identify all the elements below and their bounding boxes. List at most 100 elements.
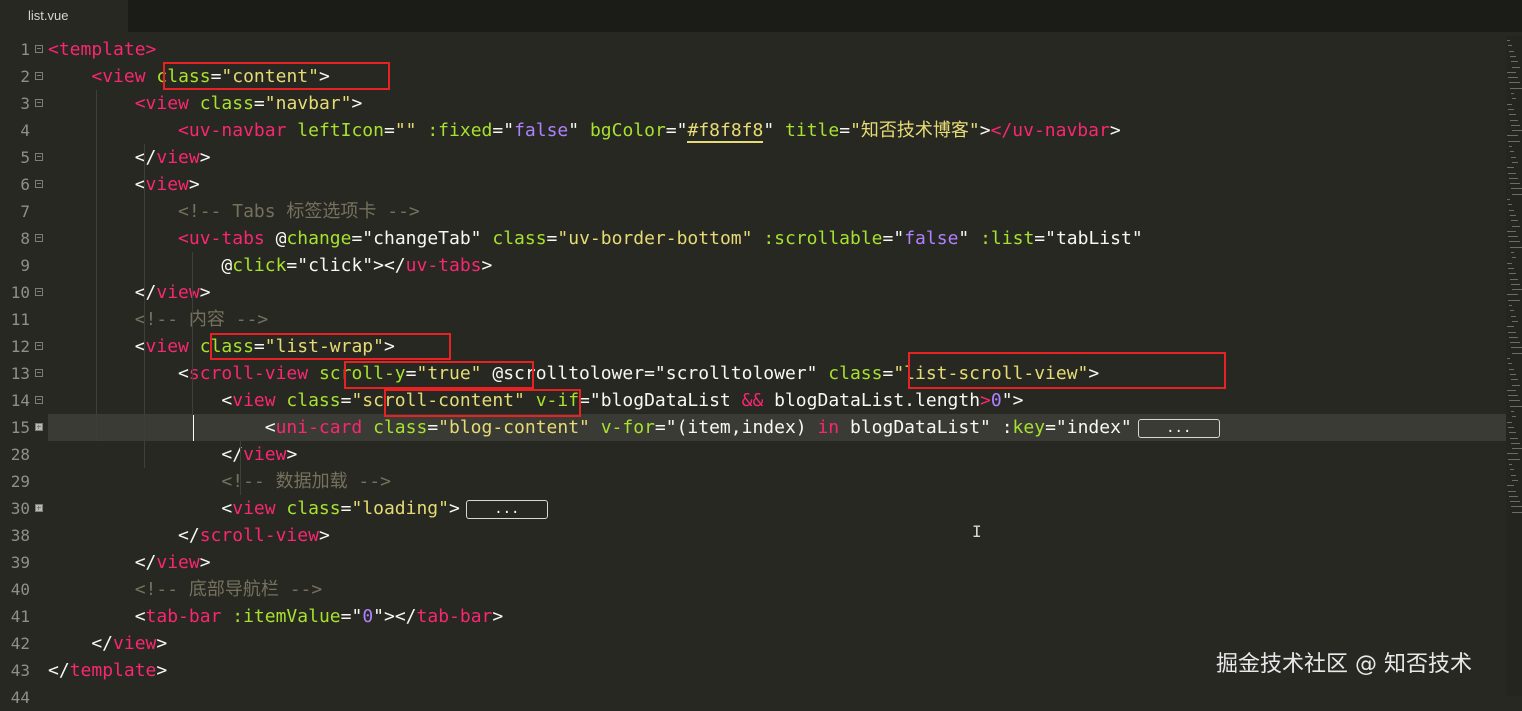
code-line[interactable]: 4 <uv-navbar leftIcon="" :fixed="false" … [0, 117, 1506, 144]
minimap-line [1511, 252, 1514, 253]
code-line[interactable]: 14 <view class="scroll-content" v-if="bl… [0, 387, 1506, 414]
code-token: "navbar" [264, 93, 352, 114]
code-token: > [980, 390, 991, 411]
code-line[interactable]: 5 </view> [0, 144, 1506, 171]
code-token: "blog-content" [438, 417, 590, 438]
minimap-line [1510, 342, 1520, 344]
code-line[interactable]: 44 [0, 684, 1506, 711]
minimap-line [1509, 400, 1520, 402]
minimap-line [1508, 172, 1516, 174]
minimap-line [1508, 45, 1512, 47]
fold-collapse-icon[interactable] [35, 342, 43, 350]
collapsed-region-button[interactable]: ... [1137, 418, 1220, 438]
line-number: 43 [10, 661, 30, 680]
fold-collapse-icon[interactable] [35, 180, 43, 188]
code-token: <!-- Tabs 标签选项卡 --> [178, 201, 420, 222]
code-line[interactable]: 39 </view> [0, 549, 1506, 576]
code-token: ="blogDataList [579, 390, 742, 411]
code-token: <!-- 内容 --> [134, 309, 269, 330]
minimap-line [1507, 167, 1514, 169]
code-token: class [828, 363, 883, 384]
code-line[interactable]: 41 <tab-bar :itemValue="0"></tab-bar> [0, 603, 1506, 630]
code-line[interactable]: 11 <!-- 内容 --> [0, 306, 1506, 333]
code-text: @click="click"></uv-tabs> [48, 252, 1506, 279]
code-line[interactable]: 8 <uv-tabs @change="changeTab" class="uv… [0, 225, 1506, 252]
code-text: <uv-tabs @change="changeTab" class="uv-b… [48, 225, 1506, 252]
code-line[interactable]: 28 </view> [0, 441, 1506, 468]
highlight-box-content-class [163, 62, 390, 90]
code-token: </ [48, 525, 200, 546]
code-token: </ [48, 660, 70, 681]
line-number: 1 [20, 40, 30, 59]
collapsed-region-button[interactable]: ... [465, 499, 548, 519]
code-token: tab-bar [145, 606, 233, 627]
minimap-line [1509, 273, 1516, 275]
fold-collapse-icon[interactable] [35, 72, 43, 80]
code-line[interactable]: 30 <view class="loading">... [0, 495, 1506, 522]
code-token: view [113, 633, 157, 654]
code-token: =" [340, 606, 363, 627]
minimap-line [1512, 161, 1518, 163]
fold-collapse-icon[interactable] [35, 369, 43, 377]
code-token: "uv-border-bottom" [557, 228, 753, 249]
code-line[interactable]: 38 </scroll-view> [0, 522, 1506, 549]
code-token: > [199, 147, 211, 168]
minimap-line [1512, 130, 1522, 132]
minimap-line [1508, 204, 1512, 206]
code-token: scroll-view [199, 525, 319, 546]
code-editor[interactable]: 1 <template> 2 <view class="content"> 3 <vi… [0, 36, 1506, 707]
code-token: blogDataList.length [763, 390, 981, 411]
code-token: template [69, 660, 157, 681]
code-token: class [286, 498, 341, 519]
fold-expand-icon[interactable] [35, 504, 43, 512]
code-token: ="(item,index) [654, 417, 818, 438]
code-token: </ [48, 552, 157, 573]
code-token: class [492, 228, 547, 249]
code-token: > [156, 660, 168, 681]
fold-expand-icon[interactable] [35, 423, 43, 431]
minimap-line [1510, 246, 1522, 248]
minimap-line [1508, 77, 1518, 79]
line-number: 10 [10, 283, 30, 302]
minimap-line [1509, 305, 1512, 306]
minimap[interactable] [1506, 36, 1522, 696]
line-number: 39 [10, 553, 30, 572]
fold-collapse-icon[interactable] [35, 396, 43, 404]
minimap-line [1510, 278, 1518, 280]
code-token: > [286, 444, 298, 465]
code-line[interactable]: 3 <view class="navbar"> [0, 90, 1506, 117]
fold-collapse-icon[interactable] [35, 288, 43, 296]
code-token: =" [492, 120, 515, 141]
code-line[interactable]: 7 <!-- Tabs 标签选项卡 --> [0, 198, 1506, 225]
code-token: @ [275, 228, 287, 249]
fold-collapse-icon[interactable] [35, 153, 43, 161]
minimap-line [1507, 199, 1510, 200]
highlight-box-scroll-content-class [384, 389, 581, 417]
code-line[interactable]: 1 <template> [0, 36, 1506, 63]
minimap-line [1511, 220, 1518, 222]
code-token: blogDataList" : [839, 417, 1013, 438]
code-token: <view [134, 93, 200, 114]
fold-collapse-icon[interactable] [35, 99, 43, 107]
code-line[interactable]: 40 <!-- 底部导航栏 --> [0, 576, 1506, 603]
code-line[interactable]: 10 </view> [0, 279, 1506, 306]
code-line[interactable]: 6 <view> [0, 171, 1506, 198]
fold-collapse-icon[interactable] [35, 45, 43, 53]
fold-collapse-icon[interactable] [35, 234, 43, 242]
file-tab-list-vue[interactable]: list.vue [0, 0, 128, 32]
code-line[interactable]: 13 <scroll-view scroll-y="true" @scrollt… [0, 360, 1506, 387]
code-token: ="click"></ [286, 255, 406, 276]
minimap-line [1507, 71, 1516, 73]
code-text: </view> [48, 549, 1506, 576]
code-token: false [514, 120, 569, 141]
line-number: 40 [10, 580, 30, 599]
code-line[interactable]: 29 <!-- 数据加载 --> [0, 468, 1506, 495]
code-line[interactable]: 9 @click="click"></uv-tabs> [0, 252, 1506, 279]
line-number: 15 [10, 418, 30, 437]
code-text: </view> [48, 441, 1506, 468]
code-text: </scroll-view> [48, 522, 1506, 549]
code-line[interactable]: 15 <uni-card class="blog-content" v-for=… [0, 414, 1506, 441]
